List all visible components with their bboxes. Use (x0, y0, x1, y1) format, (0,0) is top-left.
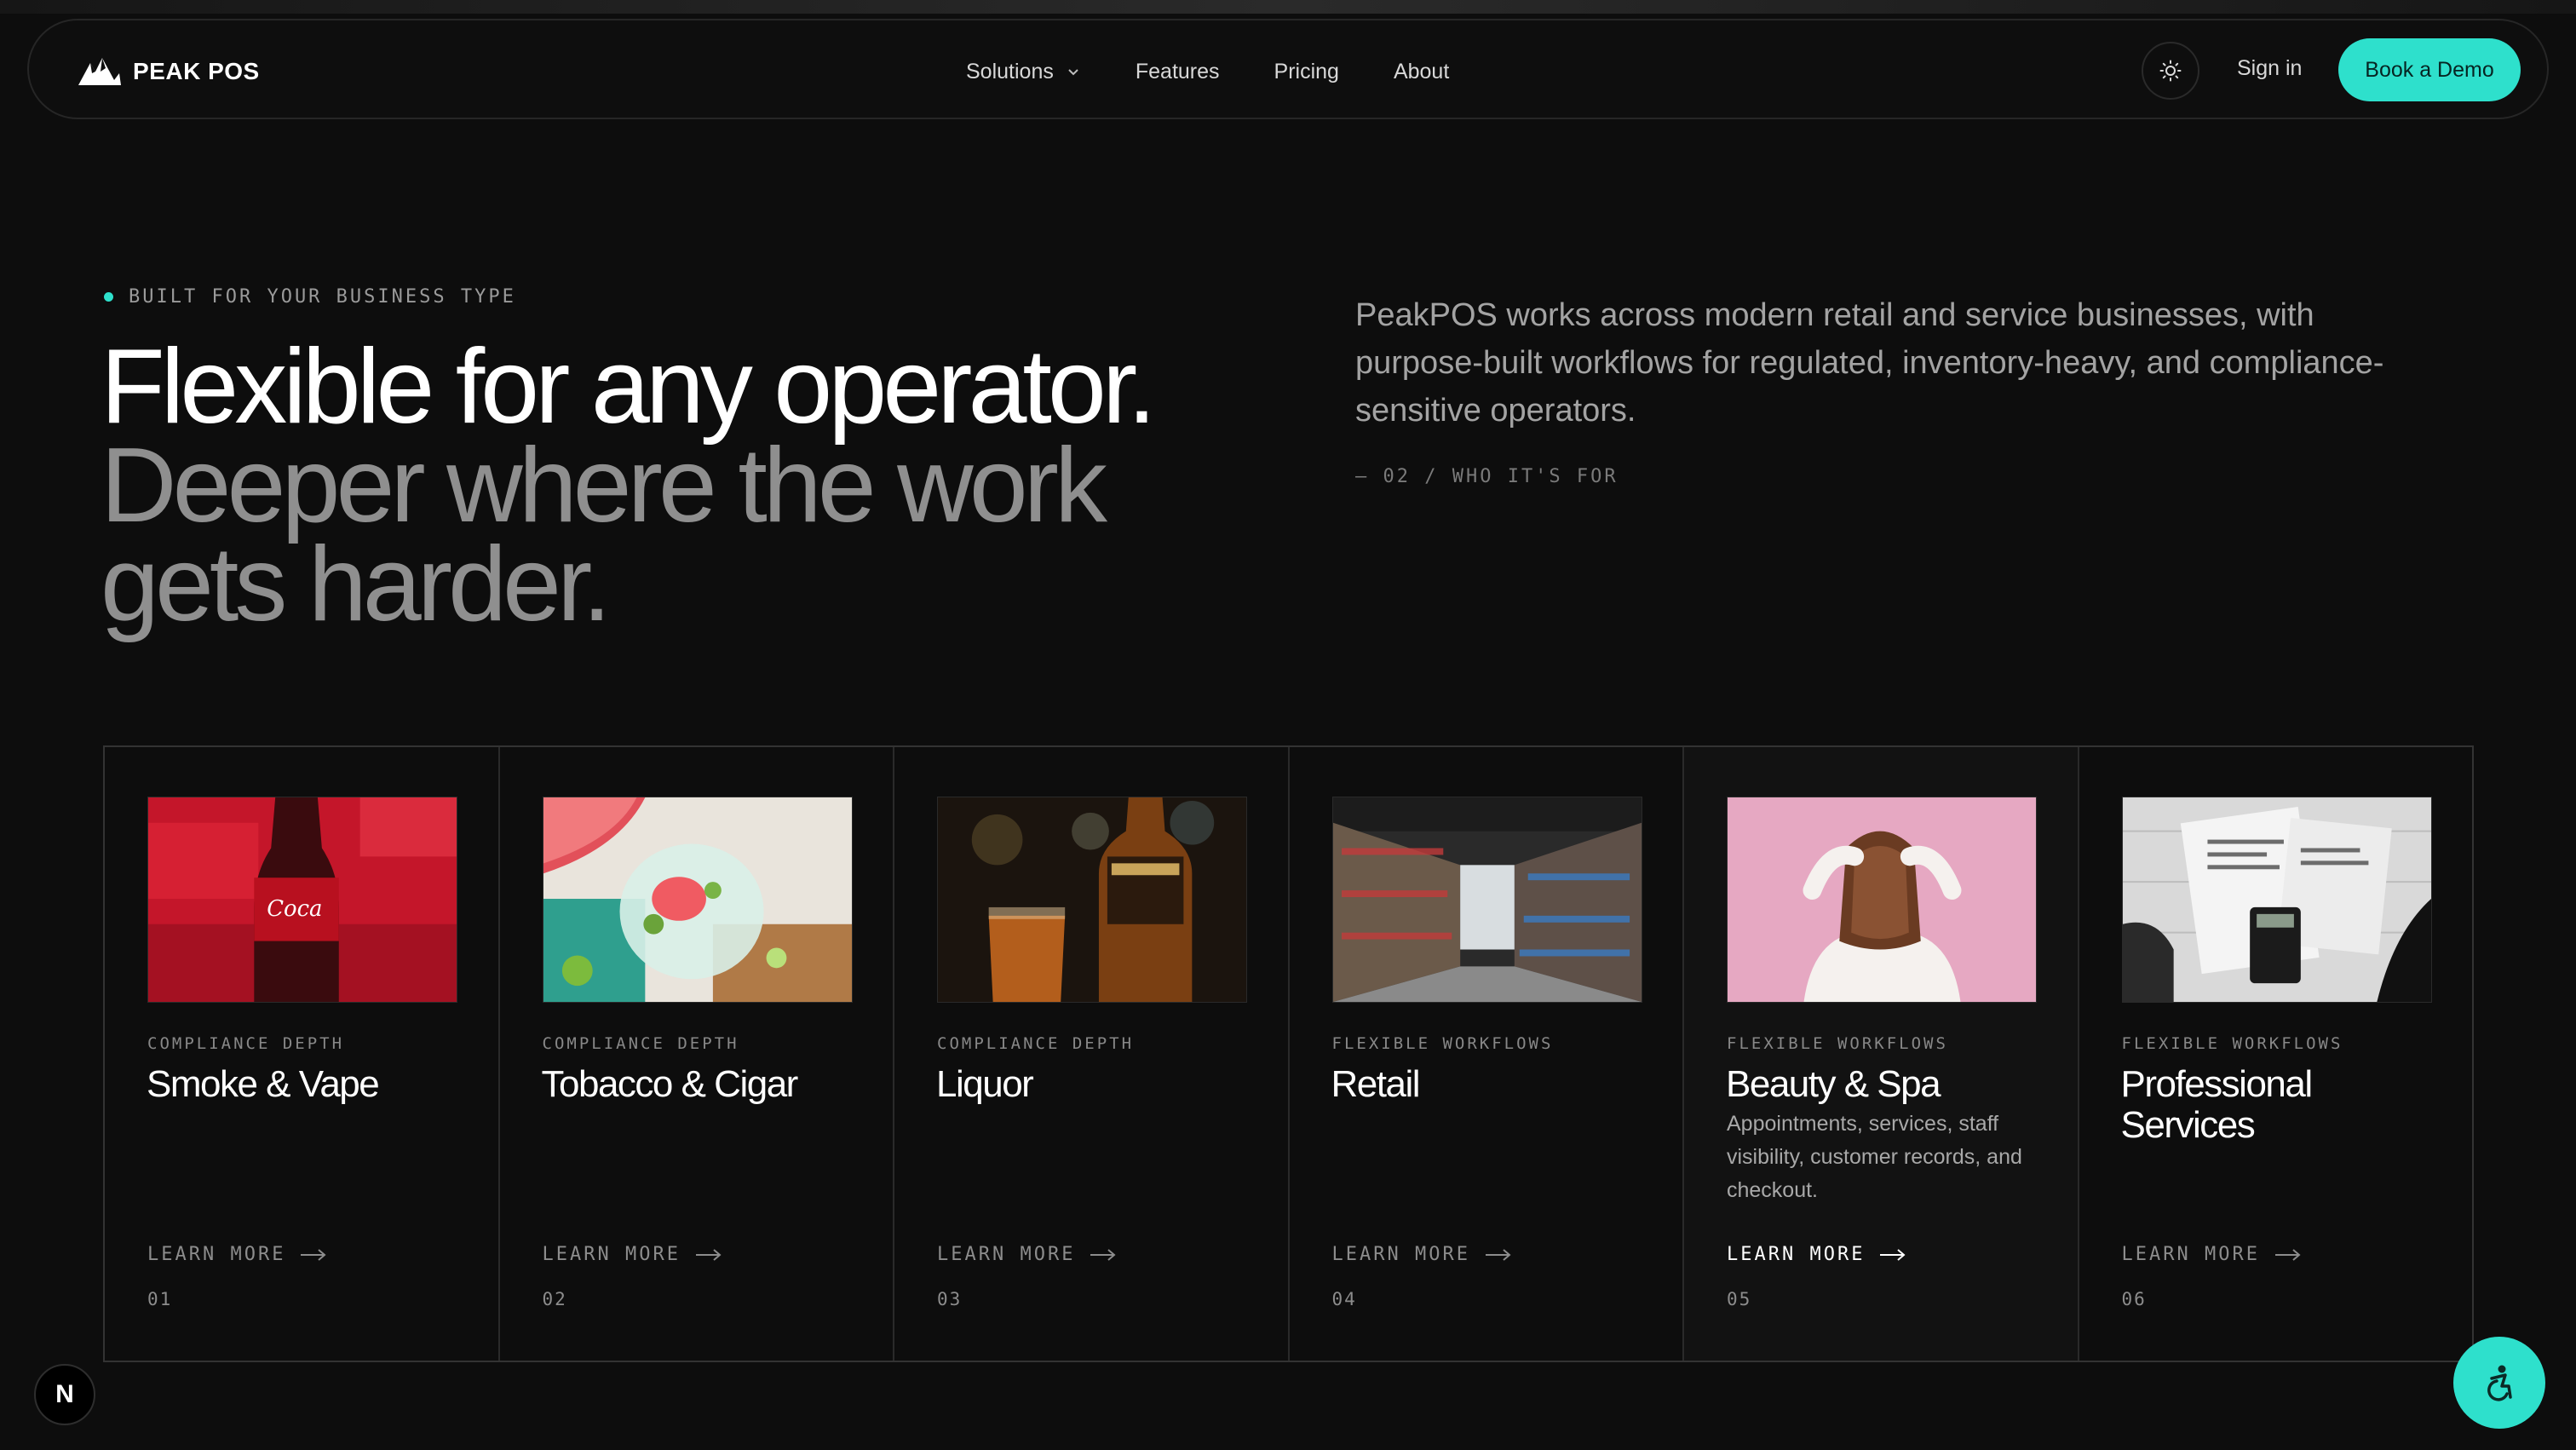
learn-more-link[interactable]: LEARN MORE (1332, 1244, 1511, 1265)
hero-intro: PeakPOS works across modern retail and s… (1355, 297, 2384, 429)
cocktail-photo (543, 797, 852, 1002)
card-smoke-vape[interactable]: Coca COMPLIANCE DEPTH Smoke & Vape LEARN… (105, 747, 500, 1361)
headline-secondary: Deeper where the work gets harder. (101, 427, 1107, 643)
learn-more-label: LEARN MORE (542, 1244, 681, 1265)
paperwork-calculator-photo (2122, 797, 2431, 1002)
chevron-down-icon (1068, 69, 1078, 76)
learn-more-label: LEARN MORE (1727, 1244, 1866, 1265)
hero-headline: Flexible for any operator. Deeper where … (101, 328, 1276, 643)
card-category: COMPLIANCE DEPTH (937, 1034, 1135, 1053)
hero-eyebrow: BUILT FOR YOUR BUSINESS TYPE (104, 286, 516, 308)
card-number: 03 (937, 1289, 963, 1309)
accessibility-button[interactable] (2453, 1337, 2545, 1429)
arrow-right-icon (1090, 1248, 1116, 1261)
card-category: COMPLIANCE DEPTH (147, 1034, 345, 1053)
svg-text:Coca: Coca (267, 896, 322, 922)
card-number: 02 (542, 1289, 567, 1309)
nav-link-features[interactable]: Features (1136, 60, 1220, 84)
card-category: FLEXIBLE WORKFLOWS (2121, 1034, 2343, 1053)
learn-more-link[interactable]: LEARN MORE (543, 1244, 722, 1265)
learn-more-label: LEARN MORE (937, 1244, 1076, 1265)
learn-more-label: LEARN MORE (2121, 1244, 2260, 1265)
section-tag: — 02 / WHO IT'S FOR (1355, 466, 1619, 487)
accessibility-icon (2487, 1365, 2512, 1401)
whisky-bottle-photo (938, 797, 1246, 1002)
learn-more-link[interactable]: LEARN MORE (1727, 1244, 1906, 1265)
nav-link-pricing[interactable]: Pricing (1274, 60, 1339, 84)
brand-name: PEAK POS (133, 58, 260, 84)
top-navigation: PEAK POS Solutions Features Pricing Abou… (27, 19, 2549, 119)
card-image (542, 797, 853, 1003)
card-title: Liquor (936, 1063, 1034, 1105)
arrow-right-icon (2274, 1248, 2301, 1261)
card-title: Retail (1331, 1063, 1421, 1105)
sign-in-link[interactable]: Sign in (2237, 56, 2302, 81)
book-demo-button[interactable]: Book a Demo (2338, 38, 2521, 101)
nav-link-solutions[interactable]: Solutions (966, 60, 1081, 84)
card-title: Tobacco & Cigar (541, 1063, 799, 1105)
nav-link-about[interactable]: About (1394, 60, 1449, 84)
arrow-right-icon (301, 1248, 326, 1261)
learn-more-link[interactable]: LEARN MORE (2122, 1244, 2301, 1265)
woman-hair-photo (1728, 797, 2036, 1002)
nav-link-label: Solutions (966, 59, 1054, 83)
learn-more-link[interactable]: LEARN MORE (937, 1244, 1116, 1265)
brand-logo[interactable]: PEAK POS (77, 53, 260, 90)
nav-links: Solutions Features Pricing About (966, 53, 1449, 90)
card-image (1331, 797, 1642, 1003)
card-number: 01 (147, 1289, 173, 1309)
card-number: 05 (1727, 1289, 1752, 1309)
sun-icon (2159, 60, 2182, 82)
card-number: 06 (2121, 1289, 2147, 1309)
card-image (2121, 797, 2432, 1003)
learn-more-label: LEARN MORE (1331, 1244, 1470, 1265)
card-category: COMPLIANCE DEPTH (542, 1034, 739, 1053)
arrow-right-icon (1880, 1248, 1906, 1261)
card-beauty-spa[interactable]: FLEXIBLE WORKFLOWS Beauty & Spa Appointm… (1684, 747, 2079, 1361)
card-category: FLEXIBLE WORKFLOWS (1727, 1034, 1948, 1053)
card-description: Appointments, services, staff visibility… (1727, 1112, 2022, 1202)
store-aisle-photo (1332, 797, 1642, 1002)
card-number: 04 (1331, 1289, 1357, 1309)
card-retail[interactable]: FLEXIBLE WORKFLOWS Retail LEARN MORE 04 (1290, 747, 1684, 1361)
headline-primary: Flexible for any operator. (101, 328, 1157, 446)
card-title: Smoke & Vape (147, 1063, 380, 1105)
accent-dot (104, 292, 113, 302)
card-image (1727, 797, 2037, 1003)
card-category: FLEXIBLE WORKFLOWS (1331, 1034, 1554, 1053)
n-badge-button[interactable]: N (34, 1364, 95, 1425)
arrow-right-icon (1485, 1248, 1511, 1261)
theme-toggle-button[interactable] (2142, 42, 2199, 100)
card-title: Professional Services (2120, 1063, 2314, 1146)
learn-more-link[interactable]: LEARN MORE (147, 1244, 326, 1265)
card-title: Beauty & Spa (1726, 1063, 1941, 1105)
business-type-cards: Coca COMPLIANCE DEPTH Smoke & Vape LEARN… (103, 745, 2474, 1362)
eyebrow-text: BUILT FOR YOUR BUSINESS TYPE (129, 286, 516, 308)
card-liquor[interactable]: COMPLIANCE DEPTH Liquor LEARN MORE 03 (894, 747, 1290, 1361)
top-strip (0, 0, 2576, 14)
arrow-right-icon (695, 1248, 722, 1261)
mountain-logo-icon (78, 58, 121, 85)
cola-bottle-photo: Coca (148, 797, 457, 1002)
card-professional-services[interactable]: FLEXIBLE WORKFLOWS Professional Services… (2079, 747, 2473, 1361)
learn-more-label: LEARN MORE (147, 1244, 286, 1265)
card-image: Coca (147, 797, 457, 1003)
card-tobacco-cigar[interactable]: COMPLIANCE DEPTH Tobacco & Cigar LEARN M… (500, 747, 894, 1361)
card-image (937, 797, 1247, 1003)
